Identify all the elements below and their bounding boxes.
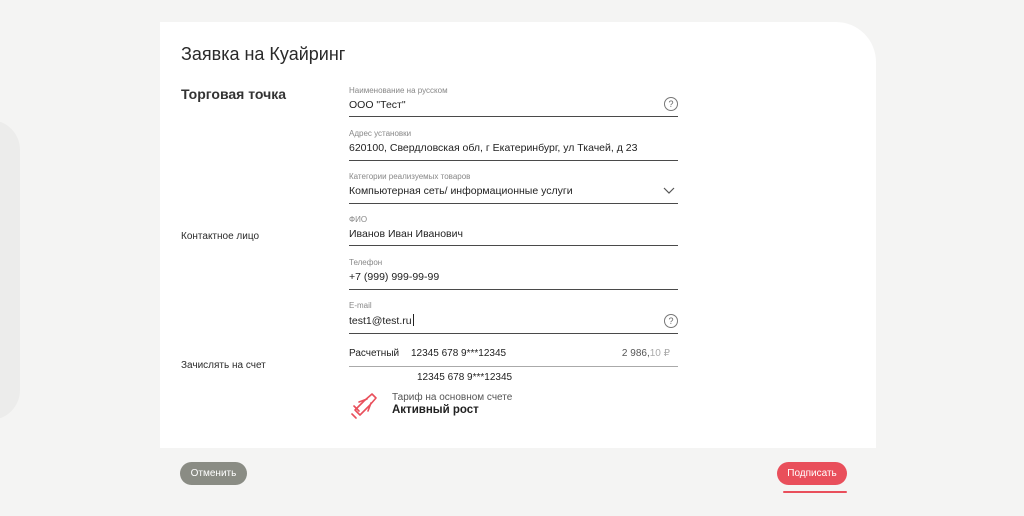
email-value: test1@test.ru	[349, 315, 412, 327]
category-label: Категории реализуемых товаров	[349, 172, 471, 181]
footer-bar	[160, 448, 876, 516]
phone-label: Телефон	[349, 258, 383, 267]
airplane-icon	[351, 393, 377, 419]
account-balance: 2 986,10 ₽	[622, 348, 670, 359]
sign-button-underline	[783, 491, 847, 493]
name-ru-field[interactable]: Наименование на русском ООО "Тест" ?	[349, 86, 678, 117]
section-contact-label: Контактное лицо	[181, 231, 260, 242]
cancel-button[interactable]: Отменить	[180, 462, 247, 485]
sub-account-number: 12345 678 9***12345	[417, 372, 513, 383]
address-field[interactable]: Адрес установки 620100, Свердловская обл…	[349, 129, 678, 161]
category-value[interactable]: Компьютерная сеть/ информационные услуги	[349, 185, 678, 197]
text-cursor	[412, 314, 414, 326]
account-select[interactable]: Расчетный 12345 678 9***12345 2 986,10 ₽	[349, 346, 678, 367]
help-icon[interactable]: ?	[664, 314, 678, 328]
fio-field[interactable]: ФИО Иванов Иван Иванович	[349, 215, 678, 246]
email-input[interactable]: test1@test.ru	[349, 314, 678, 327]
account-number: 12345 678 9***12345	[411, 348, 507, 359]
fio-value[interactable]: Иванов Иван Иванович	[349, 228, 678, 240]
name-ru-value[interactable]: ООО "Тест"	[349, 99, 678, 111]
help-icon[interactable]: ?	[664, 97, 678, 111]
phone-value[interactable]: +7 (999) 999-99-99	[349, 271, 678, 283]
category-select[interactable]: Категории реализуемых товаров Компьютерн…	[349, 172, 678, 204]
phone-field[interactable]: Телефон +7 (999) 999-99-99	[349, 258, 678, 290]
background-decoration	[0, 120, 20, 420]
page-title: Заявка на Куайринг	[181, 44, 346, 64]
address-label: Адрес установки	[349, 129, 412, 138]
chevron-down-icon[interactable]	[662, 184, 676, 198]
email-label: E-mail	[349, 301, 372, 310]
section-outlet-label: Торговая точка	[181, 86, 287, 102]
address-value[interactable]: 620100, Свердловская обл, г Екатеринбург…	[349, 142, 678, 154]
balance-kopecks: 10 ₽	[649, 348, 670, 359]
fio-label: ФИО	[349, 215, 368, 224]
sign-button[interactable]: Подписать	[777, 462, 847, 485]
section-account-label: Зачислять на счет	[181, 360, 266, 371]
name-ru-label: Наименование на русском	[349, 86, 448, 95]
email-field[interactable]: E-mail test1@test.ru ?	[349, 301, 678, 334]
balance-main: 2 986,	[621, 348, 650, 359]
tariff-label: Тариф на основном счете	[392, 392, 513, 403]
account-type-label: Расчетный	[349, 348, 400, 359]
tariff-name: Активный рост	[392, 404, 479, 416]
